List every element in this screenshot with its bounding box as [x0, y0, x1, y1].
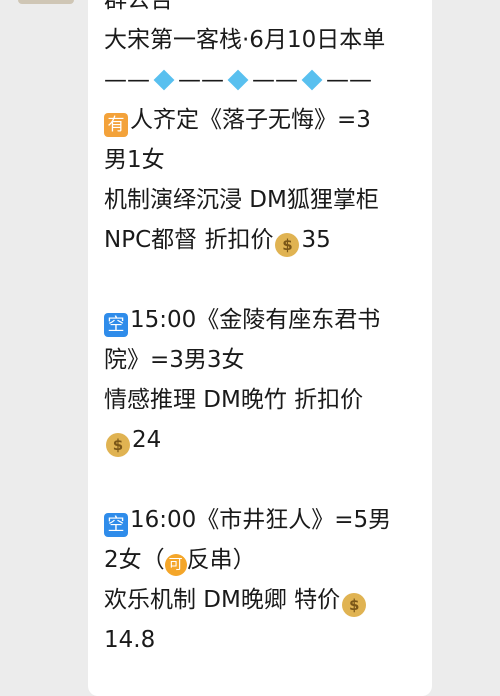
session-1-price: 35 [301, 227, 331, 253]
money-bag-icon: $ [275, 233, 300, 257]
squared-empty-icon: 空 [104, 313, 128, 337]
session-2-price-line: $24 [104, 420, 424, 460]
gem-icon [227, 69, 249, 91]
avatar [18, 0, 74, 4]
squared-empty-icon: 空 [104, 513, 128, 537]
group-notice-message: 群公告 大宋第一客栈·6月10日本单 —— —— —— —— 有人齐定《落子无悔》=3… [104, 0, 424, 660]
session-2-title: 空 15:00《金陵有座东君书 [104, 300, 424, 340]
session-2-cast: 院》=3男3女 [104, 347, 245, 373]
money-bag-icon: $ [106, 433, 130, 457]
gem-icon [301, 69, 323, 91]
session-3-title: 空 16:00《市井狂人》=5男 [104, 500, 424, 540]
session-3-dm-price: 欢乐机制 DM晚卿 特价 $ [104, 580, 424, 620]
header-line: 大宋第一客栈·6月10日本单 [104, 27, 386, 53]
session-1-price-line: NPC都督 折扣价 $35 [104, 220, 424, 260]
money-bag-icon: $ [342, 593, 367, 617]
gem-icon [153, 69, 175, 91]
session-3-cast: 2女（可反串） [104, 540, 424, 580]
circled-acceptable-icon: 可 [164, 554, 187, 576]
session-2-dm: 情感推理 DM晚竹 折扣价 [104, 387, 364, 413]
session-1-cast: 男1女 [104, 147, 165, 173]
divider-line: —— —— —— —— [104, 67, 372, 93]
session-1-dm: 机制演绎沉浸 DM狐狸掌柜 [104, 187, 379, 213]
group-notice-title: 群公告 [104, 0, 173, 13]
session-1-title: 有人齐定《落子无悔》=3 [104, 100, 424, 140]
session-2-price: 24 [132, 427, 162, 453]
squared-have-icon: 有 [104, 113, 128, 137]
session-3-price: 14.8 [104, 627, 156, 653]
